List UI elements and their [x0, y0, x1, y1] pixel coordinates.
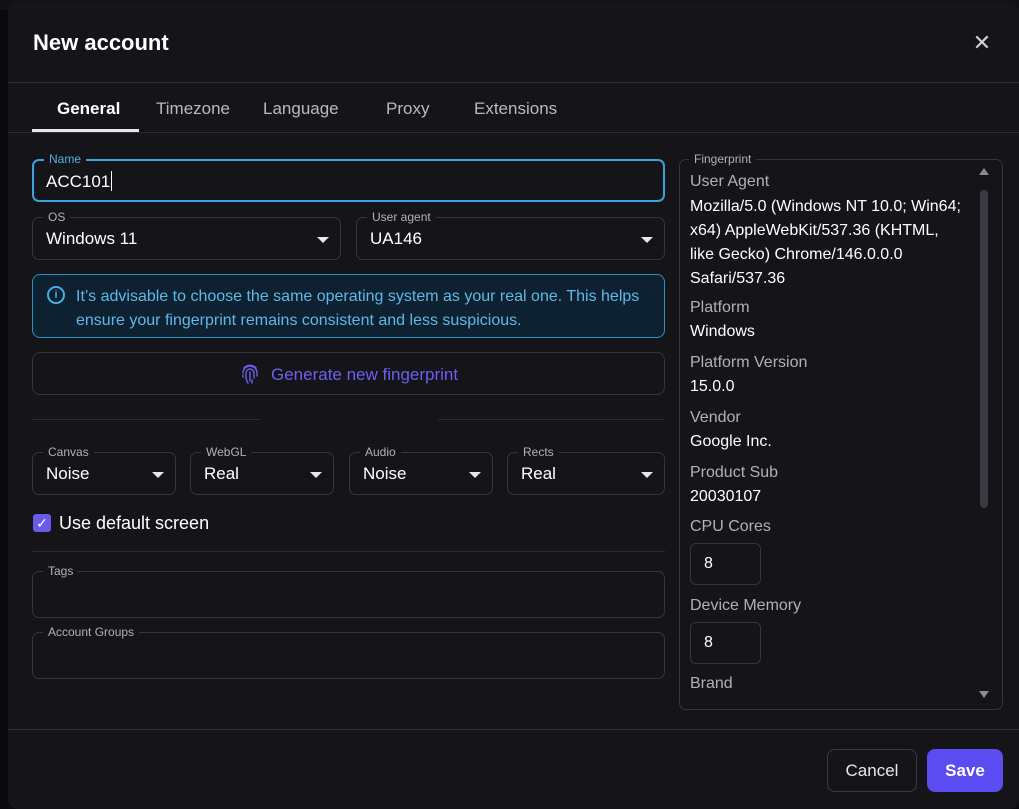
scroll-up-arrow-icon[interactable] [979, 168, 989, 175]
fp-platform-version-value: 15.0.0 [690, 378, 735, 395]
text-cursor [111, 171, 113, 191]
tabs-divider [8, 132, 1019, 133]
cpu-cores-value: 8 [704, 555, 713, 572]
audio-value: Noise [363, 464, 407, 483]
chevron-down-icon [641, 237, 653, 243]
fingerprint-label: Fingerprint [689, 152, 757, 166]
header-divider [8, 82, 1019, 83]
tab-language[interactable]: Language [263, 99, 339, 119]
fp-product-sub-label: Product Sub [690, 464, 779, 481]
chevron-down-icon [641, 472, 653, 478]
audio-select[interactable]: Audio Noise [349, 445, 493, 495]
info-text: It’s advisable to choose the same operat… [76, 288, 640, 329]
chevron-down-icon [152, 472, 164, 478]
user-agent-value: UA146 [370, 229, 422, 248]
cpu-cores-input[interactable]: 8 [690, 543, 761, 585]
dialog-title: New account [33, 30, 169, 55]
scroll-down-arrow-icon[interactable] [979, 691, 989, 698]
account-groups-input[interactable]: Account Groups [32, 625, 665, 679]
fingerprint-icon [242, 364, 258, 384]
fp-vendor-value: Google Inc. [690, 433, 772, 450]
section-divider [32, 551, 665, 552]
rects-label: Rects [518, 445, 559, 459]
fp-platform-value: Windows [690, 323, 755, 340]
chevron-down-icon [310, 472, 322, 478]
tab-extensions[interactable]: Extensions [474, 99, 557, 119]
user-agent-select[interactable]: User agent UA146 [356, 210, 665, 260]
fingerprint-scrollbar[interactable] [979, 168, 989, 698]
name-label: Name [44, 152, 87, 166]
webgl-label: WebGL [201, 445, 252, 459]
fingerprint-panel: Fingerprint User Agent Mozilla/5.0 (Wind… [679, 152, 1003, 710]
device-memory-value: 8 [704, 634, 713, 651]
generate-fingerprint-button[interactable]: Generate new fingerprint [32, 352, 665, 395]
fp-user-agent-value: Mozilla/5.0 (Windows NT 10.0; Win64; x64… [690, 198, 961, 287]
new-account-dialog: New account ✕ General Timezone Language … [8, 2, 1019, 809]
tab-timezone[interactable]: Timezone [156, 99, 230, 119]
os-info-alert: i It’s advisable to choose the same oper… [32, 274, 665, 338]
fp-device-memory-label: Device Memory [690, 597, 802, 614]
section-divider-left [32, 419, 260, 420]
canvas-select[interactable]: Canvas Noise [32, 445, 176, 495]
account-groups-label: Account Groups [43, 625, 140, 639]
scrollbar-thumb[interactable] [980, 190, 988, 508]
info-icon: i [47, 286, 65, 304]
default-screen-checkbox[interactable]: ✓ [33, 514, 51, 532]
generate-fingerprint-label: Generate new fingerprint [271, 365, 459, 384]
canvas-label: Canvas [43, 445, 94, 459]
user-agent-label: User agent [367, 210, 436, 224]
canvas-value: Noise [46, 464, 90, 483]
cancel-button[interactable]: Cancel [827, 749, 917, 792]
fp-user-agent-label: User Agent [690, 173, 770, 190]
tags-label: Tags [43, 564, 79, 578]
tab-general[interactable]: General [57, 99, 120, 119]
webgl-value: Real [204, 464, 239, 483]
fp-vendor-label: Vendor [690, 409, 741, 426]
os-value: Windows 11 [46, 229, 138, 248]
fp-platform-label: Platform [690, 299, 750, 316]
fp-cpu-cores-label: CPU Cores [690, 518, 771, 535]
rects-value: Real [521, 464, 556, 483]
fp-product-sub-value: 20030107 [690, 488, 762, 505]
default-screen-label: Use default screen [59, 513, 210, 533]
os-label: OS [43, 210, 71, 224]
tab-proxy[interactable]: Proxy [386, 99, 429, 119]
section-divider-right [438, 419, 665, 420]
footer-divider [8, 729, 1019, 730]
name-field[interactable]: Name ACC101 [32, 152, 665, 202]
fp-brand-label: Brand [690, 675, 733, 692]
device-memory-input[interactable]: 8 [690, 622, 761, 664]
name-input[interactable]: ACC101 [46, 172, 110, 191]
close-icon[interactable]: ✕ [971, 32, 993, 54]
fp-platform-version-label: Platform Version [690, 354, 808, 371]
os-select[interactable]: OS Windows 11 [32, 210, 341, 260]
webgl-select[interactable]: WebGL Real [190, 445, 334, 495]
rects-select[interactable]: Rects Real [507, 445, 665, 495]
save-button[interactable]: Save [927, 749, 1003, 792]
audio-label: Audio [360, 445, 401, 459]
chevron-down-icon [317, 237, 329, 243]
chevron-down-icon [469, 472, 481, 478]
tags-input[interactable]: Tags [32, 564, 665, 618]
